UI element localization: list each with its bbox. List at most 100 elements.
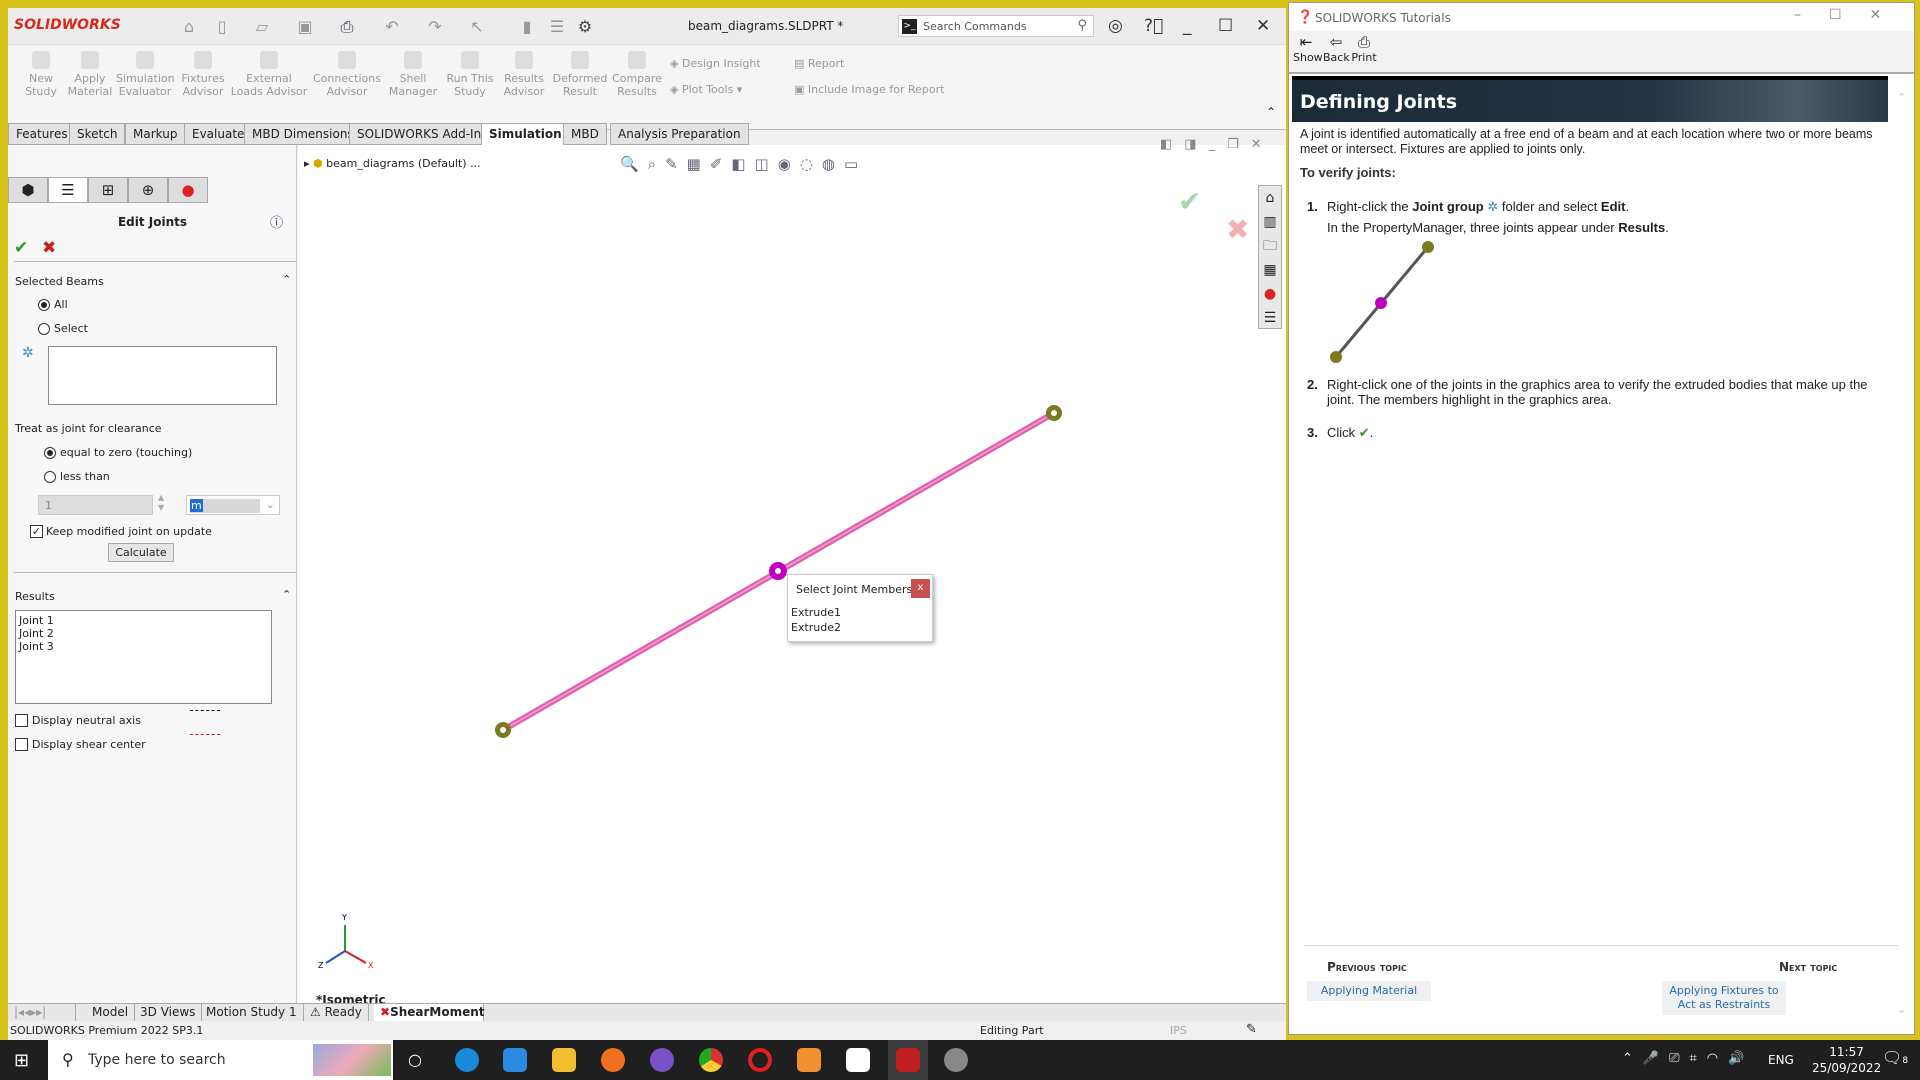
clock[interactable]: 11:57 25/09/2022 — [1812, 1044, 1881, 1076]
collapse-icon[interactable]: ⌃ — [282, 273, 291, 286]
dimxpert-tab-icon[interactable]: ⊕ — [128, 177, 168, 203]
media-player-icon[interactable] — [797, 1048, 821, 1072]
tab-features[interactable]: Features — [8, 123, 76, 145]
tab-sketch[interactable]: Sketch — [69, 123, 126, 145]
solidworks-taskbar-button[interactable] — [888, 1040, 928, 1080]
feature-manager-tab-icon[interactable]: ⬢ — [8, 177, 48, 203]
equal-zero-radio[interactable] — [44, 447, 56, 459]
tab-mbd-dimensions[interactable]: MBD Dimensions — [244, 123, 362, 145]
plot-tools-button[interactable]: ◈ Plot Tools ▾ — [670, 83, 742, 96]
configuration-manager-tab-icon[interactable]: ⊞ — [88, 177, 128, 203]
select-icon[interactable]: ↖ — [468, 17, 486, 36]
tab-motion-study[interactable]: Motion Study 1 — [200, 1004, 304, 1022]
tutorial-window-controls[interactable]: –☐✕ — [1794, 7, 1909, 23]
cancel-x-icon[interactable]: ✖ — [42, 238, 56, 258]
windows-start-icon[interactable]: ⊞ — [14, 1050, 29, 1071]
member-extrude2[interactable]: Extrude2 — [791, 620, 841, 635]
run-study-button[interactable]: Run This Study — [446, 51, 494, 98]
results-advisor-button[interactable]: Results Advisor — [502, 51, 546, 98]
help-icon[interactable]: ?⃝ — [1144, 16, 1163, 36]
minimize-button[interactable]: _ — [1183, 16, 1192, 36]
system-tray-icons[interactable]: ⌃🎤⎚⌗◠🔊 — [1622, 1051, 1754, 1066]
compare-results-button[interactable]: Compare Results — [612, 51, 662, 98]
tab-3d-views[interactable]: 3D Views — [134, 1004, 203, 1022]
external-loads-advisor-button[interactable]: External Loads Advisor — [230, 51, 308, 98]
all-radio[interactable] — [38, 299, 50, 311]
status-units[interactable]: IPS — [1170, 1024, 1187, 1037]
tab-analysis-preparation[interactable]: Analysis Preparation — [610, 123, 749, 145]
search-commands-input[interactable]: >_ Search Commands ⚲ — [898, 15, 1094, 37]
chrome-icon[interactable] — [699, 1048, 723, 1072]
search-icon[interactable]: ⚲ — [1077, 18, 1087, 33]
firefox-icon[interactable] — [601, 1048, 625, 1072]
mail-icon[interactable] — [503, 1048, 527, 1072]
viber-icon[interactable] — [650, 1048, 674, 1072]
collapse-ribbon-icon[interactable]: ⌃ — [1266, 105, 1276, 119]
clearance-value-input[interactable]: 1 — [38, 495, 153, 515]
language-indicator[interactable]: ENG — [1768, 1053, 1794, 1067]
maximize-button[interactable]: ☐ — [1218, 16, 1233, 36]
less-than-radio[interactable] — [44, 471, 56, 483]
member-extrude1[interactable]: Extrude1 — [791, 605, 841, 620]
taskbar-search-box[interactable]: ⚲ Type here to search — [48, 1040, 393, 1080]
open-icon[interactable]: ▱ — [253, 17, 271, 36]
shell-manager-button[interactable]: Shell Manager — [388, 51, 438, 98]
close-button[interactable]: ✕ — [1256, 16, 1270, 36]
report-button[interactable]: ▤ Report — [794, 57, 844, 70]
save-icon[interactable]: ▣ — [296, 17, 314, 36]
simulation-evaluator-button[interactable]: Simulation Evaluator — [116, 51, 175, 98]
edge-icon[interactable] — [455, 1048, 479, 1072]
tab-scroll-arrows[interactable]: |◂◂▸▸| — [8, 1004, 76, 1022]
joint-2-selected[interactable] — [769, 562, 787, 580]
beam-selection-box[interactable] — [48, 346, 277, 405]
calculate-button[interactable]: Calculate — [108, 543, 174, 562]
unit-select[interactable]: m ⌄ — [186, 495, 280, 515]
spinner-icon[interactable]: ▲ ▼ — [158, 493, 164, 513]
task-view-icon[interactable]: ○ — [408, 1050, 422, 1069]
display-shear-center-checkbox[interactable] — [15, 738, 28, 751]
redo-icon[interactable]: ↷ — [426, 17, 444, 36]
tab-markup[interactable]: Markup — [125, 123, 186, 145]
print-button[interactable]: ⎙ Print — [1351, 33, 1377, 64]
new-file-icon[interactable]: ▯ — [213, 17, 231, 36]
tab-simulation[interactable]: Simulation — [481, 123, 570, 145]
help-icon[interactable]: ⓘ — [270, 212, 283, 231]
ok-check-icon[interactable]: ✔ — [14, 238, 28, 258]
paint-icon[interactable] — [944, 1048, 968, 1072]
keep-modified-checkbox[interactable]: ✓ — [30, 525, 43, 538]
tag-icon[interactable]: ✎ — [1246, 1022, 1257, 1037]
tab-evaluate[interactable]: Evaluate — [184, 123, 253, 145]
recorder-icon[interactable] — [846, 1048, 870, 1072]
home-icon[interactable]: ⌂ — [180, 17, 198, 36]
previous-topic-link[interactable]: Applying Material — [1307, 981, 1431, 1001]
include-image-button[interactable]: ▣ Include Image for Report — [794, 83, 944, 96]
apply-material-button[interactable]: Apply Material — [66, 51, 114, 98]
popup-close-button[interactable]: x — [911, 579, 930, 598]
collapse-icon[interactable]: ⌃ — [282, 588, 291, 601]
next-topic-link[interactable]: Applying Fixtures to Act as Restraints — [1662, 981, 1786, 1015]
options-gear-icon[interactable]: ⚙ — [576, 17, 594, 36]
deformed-result-button[interactable]: Deformed Result — [550, 51, 610, 98]
result-joint-2[interactable]: Joint 2 — [19, 627, 268, 640]
scroll-down-icon[interactable]: ⌄ — [1897, 1003, 1906, 1016]
joint-3[interactable] — [495, 722, 511, 738]
user-icon[interactable]: ◎ — [1108, 16, 1123, 36]
result-joint-3[interactable]: Joint 3 — [19, 640, 268, 653]
new-study-button[interactable]: New Study — [20, 51, 62, 98]
display-neutral-axis-checkbox[interactable] — [15, 714, 28, 727]
file-explorer-icon[interactable] — [552, 1048, 576, 1072]
tab-addins[interactable]: SOLIDWORKS Add-Ins — [349, 123, 496, 145]
rebuild-icon[interactable]: ▮ — [518, 17, 536, 36]
print-icon[interactable]: ⎙ — [338, 17, 356, 36]
fixtures-advisor-button[interactable]: Fixtures Advisor — [178, 51, 228, 98]
file-properties-icon[interactable]: ☰ — [548, 17, 566, 36]
select-radio[interactable] — [38, 323, 50, 335]
connections-advisor-button[interactable]: Connections Advisor — [312, 51, 382, 98]
scroll-up-icon[interactable]: ⌃ — [1897, 91, 1906, 104]
property-manager-tab-icon[interactable]: ☰ — [48, 177, 88, 203]
design-insight-button[interactable]: ◈ Design Insight — [670, 57, 761, 70]
opera-icon[interactable] — [748, 1048, 772, 1072]
tab-shearmoment-study[interactable]: ✖ShearMoment — [374, 1004, 485, 1022]
show-button[interactable]: ⇤ Show — [1293, 33, 1323, 64]
back-button[interactable]: ⇦ Back — [1323, 33, 1350, 64]
